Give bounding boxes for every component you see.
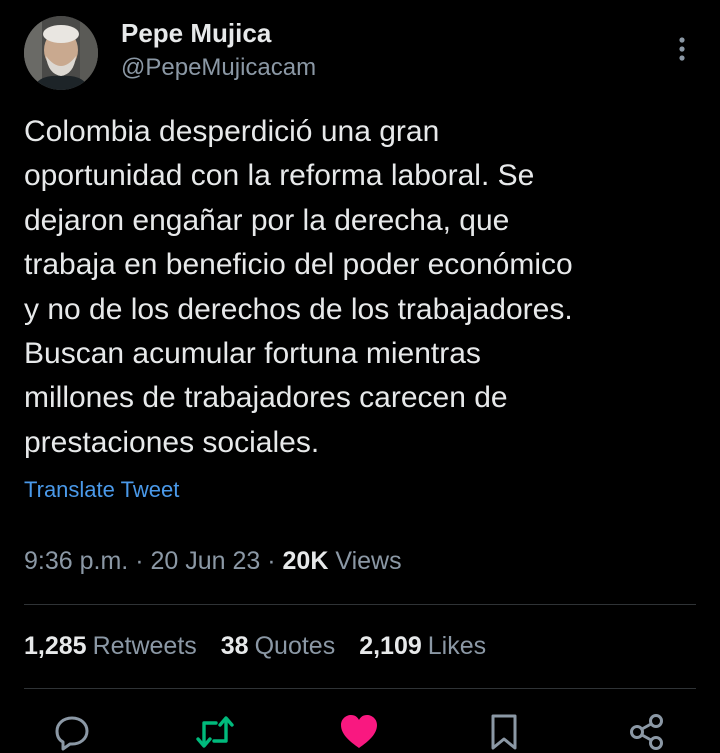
views-label: Views xyxy=(335,547,402,575)
retweet-icon xyxy=(196,716,234,748)
tweet-text: Colombia desperdició una gran oportunida… xyxy=(24,115,573,459)
retweet-button[interactable] xyxy=(195,713,235,753)
avatar-photo xyxy=(24,16,98,90)
retweets-stat[interactable]: 1,285 Retweets xyxy=(24,632,197,661)
bookmark-button[interactable] xyxy=(484,713,524,753)
reply-icon xyxy=(55,716,89,751)
retweets-label: Retweets xyxy=(92,632,197,660)
views-count: 20K xyxy=(282,547,329,575)
author-handle[interactable]: @PepeMujicacam xyxy=(121,54,316,82)
author-name[interactable]: Pepe Mujica xyxy=(121,18,271,49)
translate-tweet-link[interactable]: Translate Tweet xyxy=(24,477,179,503)
retweets-count: 1,285 xyxy=(24,632,87,660)
reply-button[interactable] xyxy=(52,713,92,753)
action-bar xyxy=(0,705,720,752)
quotes-stat[interactable]: 38 Quotes xyxy=(221,632,335,661)
likes-stat[interactable]: 2,109 Likes xyxy=(359,632,486,661)
meta-separator: · xyxy=(267,547,276,575)
quotes-count: 38 xyxy=(220,632,249,660)
divider xyxy=(24,688,696,689)
like-button[interactable] xyxy=(339,713,379,753)
heart-icon xyxy=(341,715,377,748)
likes-count: 2,109 xyxy=(359,632,422,660)
divider xyxy=(24,604,696,605)
share-icon xyxy=(630,714,663,750)
tweet-date[interactable]: 20 Jun 23 xyxy=(150,547,260,575)
bookmark-icon xyxy=(491,714,517,750)
share-button[interactable] xyxy=(627,713,667,753)
likes-label: Likes xyxy=(427,632,487,660)
avatar[interactable] xyxy=(24,16,98,90)
tweet-time[interactable]: 9:36 p.m. xyxy=(24,547,128,575)
meta-separator: · xyxy=(135,547,144,575)
quotes-label: Quotes xyxy=(254,632,336,660)
engagement-stats: 1,285 Retweets 38 Quotes 2,109 Likes xyxy=(24,632,486,661)
more-icon xyxy=(679,37,685,61)
more-options-button[interactable] xyxy=(667,34,697,64)
tweet-metadata: 9:36 p.m. · 20 Jun 23 · 20K Views xyxy=(24,547,402,576)
